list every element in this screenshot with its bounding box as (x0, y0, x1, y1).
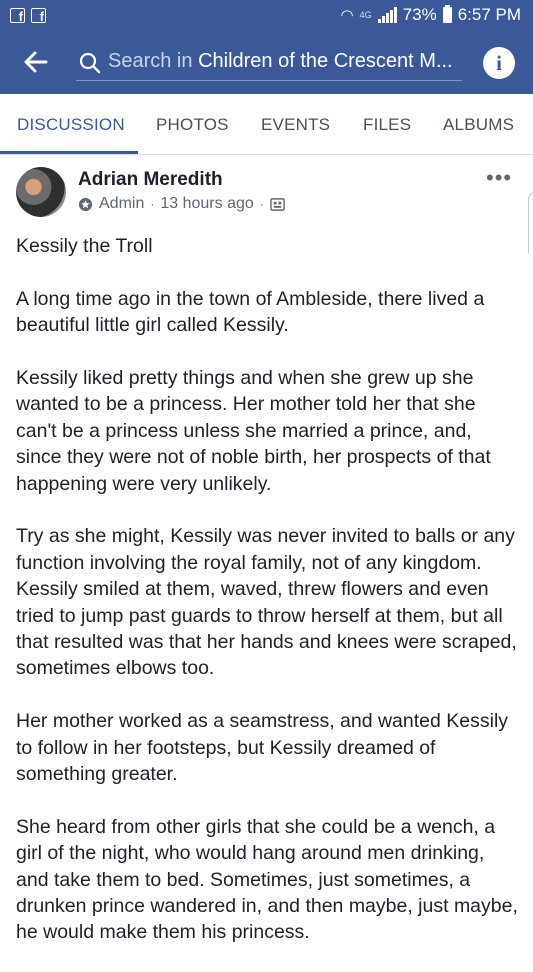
search-header: Search in Children of the Crescent M... … (0, 32, 533, 94)
post-paragraph: Kessily the Troll (16, 235, 153, 257)
group-tabs: DISCUSSION PHOTOS EVENTS FILES ALBUMS (0, 94, 533, 155)
wifi-icon: ◠ (340, 7, 354, 24)
search-icon (79, 52, 101, 74)
post-time[interactable]: 13 hours ago (160, 195, 253, 213)
clock: 6:57 PM (457, 5, 521, 24)
active-tab-indicator (0, 151, 138, 154)
meta-separator: · (259, 197, 264, 211)
tab-albums[interactable]: ALBUMS (443, 115, 514, 135)
post-paragraph: Kessily liked pretty things and when she… (16, 367, 491, 495)
facebook-notification-icon (10, 8, 25, 24)
back-button[interactable] (18, 44, 54, 80)
group-name: Children of the Crescent M... (198, 50, 453, 72)
post-paragraph: A long time ago in the town of Ambleside… (16, 287, 485, 337)
battery-percent: 73% (402, 5, 437, 24)
author-role: Admin (99, 195, 145, 212)
tab-photos[interactable]: PHOTOS (156, 115, 229, 135)
search-underline (76, 80, 462, 81)
admin-badge-icon (78, 197, 93, 211)
search-input[interactable]: Search in Children of the Crescent M... (76, 46, 462, 81)
post-paragraph: Try as she might, Kessily was never invi… (16, 525, 517, 680)
post-author[interactable]: Adrian Meredith (78, 169, 223, 191)
status-indicators: ◠ 4G 73% 6:57 PM (341, 5, 521, 25)
network-type: 4G (359, 10, 372, 20)
avatar[interactable] (16, 167, 66, 217)
battery-icon (442, 5, 452, 23)
tab-events[interactable]: EVENTS (261, 115, 330, 135)
group-info-button[interactable]: i (483, 47, 515, 79)
search-prefix: Search in (108, 50, 199, 72)
back-arrow-icon (24, 51, 48, 73)
signal-icon (377, 7, 397, 23)
post-paragraph: She heard from other girls that she coul… (16, 815, 518, 944)
tab-discussion[interactable]: DISCUSSION (17, 115, 125, 135)
notification-icons (10, 8, 46, 24)
search-text: Search in Children of the Crescent M... (108, 50, 453, 73)
meta-separator: · (150, 197, 155, 211)
status-bar: ◠ 4G 73% 6:57 PM (0, 0, 533, 32)
post-paragraph: Her mother worked as a seamstress, and w… (16, 710, 509, 786)
post-options-button[interactable]: ••• (486, 167, 512, 189)
post-body: Kessily the Troll A long time ago in the… (16, 233, 521, 972)
facebook-notification-icon (31, 8, 46, 24)
group-privacy-icon (270, 197, 285, 211)
scroll-indicator (528, 192, 533, 253)
tab-files[interactable]: FILES (363, 115, 411, 135)
post-meta: Admin · 13 hours ago · (78, 195, 285, 213)
info-icon: i (496, 51, 502, 75)
